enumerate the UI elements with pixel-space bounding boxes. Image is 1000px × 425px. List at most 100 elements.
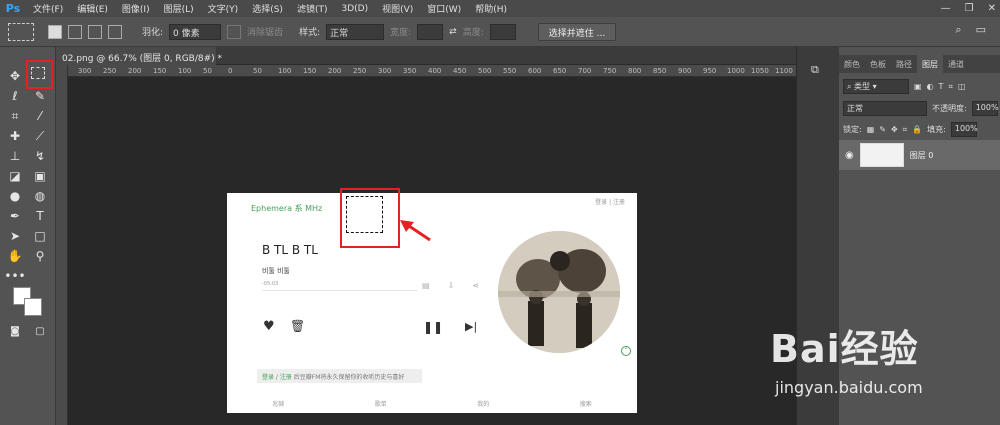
share-icon: ⋖ [472, 281, 479, 290]
quick-mask-icon[interactable]: ◙ [6, 322, 24, 340]
fill-input[interactable]: 100% [950, 122, 978, 137]
tab-swatches[interactable]: 色板 [865, 55, 891, 73]
pause-icon: ❚❚ [423, 320, 444, 334]
ruler-label: 850 [653, 67, 667, 75]
zoom-tool-icon[interactable]: ⚲ [31, 247, 49, 265]
pen-tool-icon[interactable]: ✒ [6, 207, 24, 225]
more-tools-icon[interactable]: ••• [4, 267, 25, 285]
path-selection-tool-icon[interactable]: ➤ [6, 227, 24, 245]
lock-image-icon[interactable]: ✎ [879, 125, 886, 134]
antialias-checkbox[interactable] [227, 24, 242, 39]
ruler-label: 200 [328, 67, 342, 75]
opacity-input[interactable]: 100% [971, 101, 999, 116]
menu-edit[interactable]: 编辑(E) [70, 2, 115, 15]
marquee-preset-icon[interactable] [8, 22, 34, 41]
nav-item-fm: 兆赫 [272, 401, 285, 408]
width-input[interactable] [417, 23, 444, 40]
dodge-tool-icon[interactable]: ◍ [31, 187, 49, 205]
screen-mode-icon[interactable]: ▢ [31, 322, 49, 340]
lock-transparent-icon[interactable]: ▦ [867, 125, 875, 134]
select-and-mask-button[interactable]: 选择并遮住 ... [537, 22, 617, 41]
filter-pixel-icon[interactable]: ▣ [914, 82, 922, 91]
menu-help[interactable]: 帮助(H) [468, 2, 514, 15]
healing-brush-tool-icon[interactable]: ✚ [6, 127, 24, 145]
history-brush-tool-icon[interactable]: ↯ [31, 147, 49, 165]
blur-tool-icon[interactable]: ● [6, 187, 24, 205]
quick-selection-tool-icon[interactable]: ✎ [31, 87, 49, 105]
marquee-tool-highlight [26, 60, 53, 89]
lock-artboard-icon[interactable]: ⌗ [903, 125, 908, 135]
new-selection-icon[interactable] [48, 24, 62, 39]
minimize-icon[interactable]: — [941, 3, 951, 14]
brush-tool-icon[interactable]: ⟋ [31, 127, 49, 145]
tab-layers[interactable]: 图层 [917, 55, 943, 73]
canvas-logo-text: Ephemera 系 MHz [251, 204, 323, 213]
subtract-selection-icon[interactable] [88, 24, 102, 39]
lock-all-icon[interactable]: 🔒 [912, 125, 922, 134]
filter-shape-icon[interactable]: ⌗ [948, 82, 953, 92]
layer-filter-select[interactable]: ⌕ 类型 ▾ [843, 79, 909, 94]
nav-item-mine: 我的 [477, 401, 490, 408]
baidu-watermark: Bai经验 [770, 327, 919, 371]
move-tool-icon[interactable]: ✥ [6, 67, 24, 85]
filter-smart-icon[interactable]: ◫ [958, 82, 966, 91]
blend-mode-select[interactable]: 正常 [843, 101, 927, 116]
crop-tool-icon[interactable]: ⌗ [6, 107, 24, 125]
filter-type-icon[interactable]: T [939, 82, 944, 91]
menu-type[interactable]: 文字(Y) [201, 2, 246, 15]
ruler-label: 650 [553, 67, 567, 75]
eyedropper-tool-icon[interactable]: ⁄ [31, 107, 49, 125]
tab-color[interactable]: 颜色 [839, 55, 865, 73]
ruler-label: 300 [378, 67, 392, 75]
heart-icon: ♥ [263, 319, 275, 334]
type-tool-icon[interactable]: T [31, 207, 49, 225]
menu-layer[interactable]: 图层(L) [157, 2, 201, 15]
canvas-login-links: 登录 | 注册 [595, 199, 625, 206]
eye-icon[interactable]: ◉ [845, 150, 854, 161]
lock-position-icon[interactable]: ✥ [891, 125, 898, 134]
ruler-label: 400 [428, 67, 442, 75]
feather-input[interactable]: 0 像素 [169, 23, 222, 40]
canvas-bottom-nav: 兆赫 歌单 我的 搜索 [227, 394, 637, 413]
filter-adjustment-icon[interactable]: ◐ [927, 82, 934, 91]
swap-icon[interactable]: ⇄ [449, 27, 457, 37]
menu-3d[interactable]: 3D(D) [334, 4, 375, 14]
ruler-label: 550 [503, 67, 517, 75]
tab-paths[interactable]: 路径 [891, 55, 917, 73]
height-input[interactable] [489, 23, 516, 40]
document-tab[interactable]: 02.png @ 66.7% (图层 0, RGB/8#) * [56, 47, 222, 65]
history-panel-icon[interactable]: ⧉ [811, 63, 819, 77]
search-icon[interactable]: ⌕ [955, 23, 961, 37]
scroll-up-icon: ⌃ [621, 346, 631, 356]
rectangle-tool-icon[interactable]: □ [31, 227, 49, 245]
gradient-tool-icon[interactable]: ▣ [31, 167, 49, 185]
nav-item-search: 搜索 [579, 401, 592, 408]
photoshop-logo[interactable]: Ps [0, 0, 26, 17]
close-icon[interactable]: ✕ [988, 3, 996, 14]
menu-window[interactable]: 窗口(W) [420, 2, 468, 15]
restore-icon[interactable]: ❐ [965, 3, 974, 14]
tab-channels[interactable]: 通道 [943, 55, 969, 73]
menu-select[interactable]: 选择(S) [245, 2, 290, 15]
menu-image[interactable]: 图像(I) [115, 2, 157, 15]
clone-stamp-tool-icon[interactable]: ⊥ [6, 147, 24, 165]
eraser-tool-icon[interactable]: ◪ [6, 167, 24, 185]
ruler-label: 0 [228, 67, 233, 75]
layer-row[interactable]: ◉ 图层 0 [839, 140, 1000, 170]
add-to-selection-icon[interactable] [68, 24, 82, 39]
menu-filter[interactable]: 滤镜(T) [290, 2, 335, 15]
workspace-icon[interactable]: ▭ [976, 23, 986, 37]
layer-name[interactable]: 图层 0 [910, 150, 934, 161]
style-select[interactable]: 正常 [326, 23, 385, 40]
hand-tool-icon[interactable]: ✋ [6, 247, 24, 265]
ruler-label: 150 [303, 67, 317, 75]
ruler-label: 500 [478, 67, 492, 75]
menu-view[interactable]: 视图(V) [375, 2, 420, 15]
menu-file[interactable]: 文件(F) [26, 2, 70, 15]
ruler-label: 50 [203, 67, 212, 75]
lasso-tool-icon[interactable]: ℓ [6, 87, 24, 105]
annotation-arrow-icon [400, 220, 431, 242]
ruler-label: 250 [353, 67, 367, 75]
background-color-swatch[interactable] [24, 298, 42, 316]
intersect-selection-icon[interactable] [108, 24, 122, 39]
